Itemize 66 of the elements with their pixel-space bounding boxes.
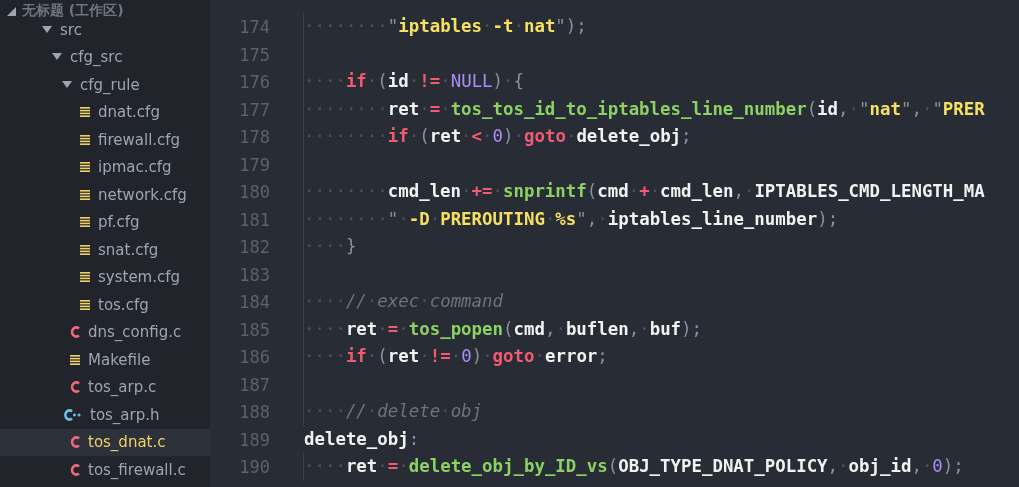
code-line: ····//·delete·obj [303,398,483,426]
folder-name[interactable]: cfg_src [70,48,123,67]
line-number: 175 [238,44,270,65]
line-number: 186 [238,347,270,367]
file-item[interactable]: tos_dnat.c [0,428,210,456]
expanded-arrow-icon[interactable] [52,53,62,62]
folder-name[interactable]: src [60,20,82,39]
code-line: ····} [303,233,357,261]
code-line: ········ret·=·tos_tos_id_to_iptables_line_number(id,·"nat",·"PRER [303,95,985,124]
code-line: ····if·(id·!=·NULL)·{ [303,68,525,96]
text-file-icon [80,244,90,255]
text-file-icon [80,134,90,145]
code-line: ····ret·=·delete_obj_by_ID_vs(OBJ_TYPE_DNAT_POLICY,·obj_id,·0); [303,453,964,481]
line-number: 190 [238,457,270,477]
text-file-icon [80,272,90,283]
line-number: 182 [238,237,270,257]
line-number: 176 [238,72,270,92]
text-file-icon [80,107,90,118]
code-line: ····if·(ret·!=·0)·goto·error; [303,343,608,371]
expanded-arrow-icon[interactable] [7,6,16,16]
folder-name[interactable]: cfg_rule [80,75,140,94]
c-file-icon [70,463,80,476]
text-file-icon [80,189,90,200]
code-line: ········if·(ret·<·0)·goto·delete_obj; [303,123,692,151]
file-item[interactable]: Makefile [0,346,210,374]
line-number: 189 [238,429,270,450]
line-number: 181 [238,209,270,230]
file-item[interactable]: ipmac.cfg [0,153,210,181]
file-item[interactable]: tos.cfg [0,291,210,319]
file-item[interactable]: dns_config.c [0,318,210,346]
cpp-header-icon [64,408,82,421]
file-item[interactable]: firewall.cfg [0,126,210,154]
expanded-arrow-icon[interactable] [42,25,52,34]
c-file-icon [70,436,80,449]
line-number: 184 [238,292,270,312]
expanded-arrow-icon[interactable] [62,80,72,89]
file-item[interactable]: tos_firewall.c [0,456,210,484]
line-number: 177 [238,99,270,120]
c-file-icon [70,381,80,394]
text-file-icon [70,354,80,365]
code-line: delete_obj: [303,427,420,451]
file-item[interactable]: dnat.cfg [0,98,210,126]
file-item[interactable]: snat.cfg [0,236,210,264]
text-file-icon [80,299,90,310]
code-line: ········cmd_len·+=·snprintf(cmd·+·cmd_len,·IPTABLES_CMD_LENGTH_MA [303,178,985,206]
file-item[interactable]: pf.cfg [0,208,210,236]
line-number: 185 [238,319,270,340]
code-line: ····ret·=·tos_popen(cmd,·buflen,·buf); [303,315,703,344]
c-file-icon [70,326,80,339]
code-line: ········"iptables·-t·nat"); [303,13,587,41]
code-line: ····//·exec·command [303,288,503,316]
text-file-icon [80,162,90,173]
line-number: 180 [238,182,270,202]
text-file-icon [80,217,90,228]
line-number: 174 [238,17,270,37]
file-item[interactable]: tos_arp.c [0,373,210,401]
file-item[interactable]: tos_arp.h [0,401,210,429]
line-number: 179 [238,154,270,175]
file-item[interactable]: network.cfg [0,181,210,209]
file-item[interactable]: system.cfg [0,263,210,291]
line-number: 187 [238,374,270,395]
line-number: 178 [238,127,270,147]
code-line: ········"·-D·PREROUTING·%s",·iptables_line_number); [303,205,839,234]
line-number: 188 [238,402,270,422]
line-number: 183 [238,264,270,285]
workspace-title[interactable]: 无标题 (工作区) [22,2,124,20]
